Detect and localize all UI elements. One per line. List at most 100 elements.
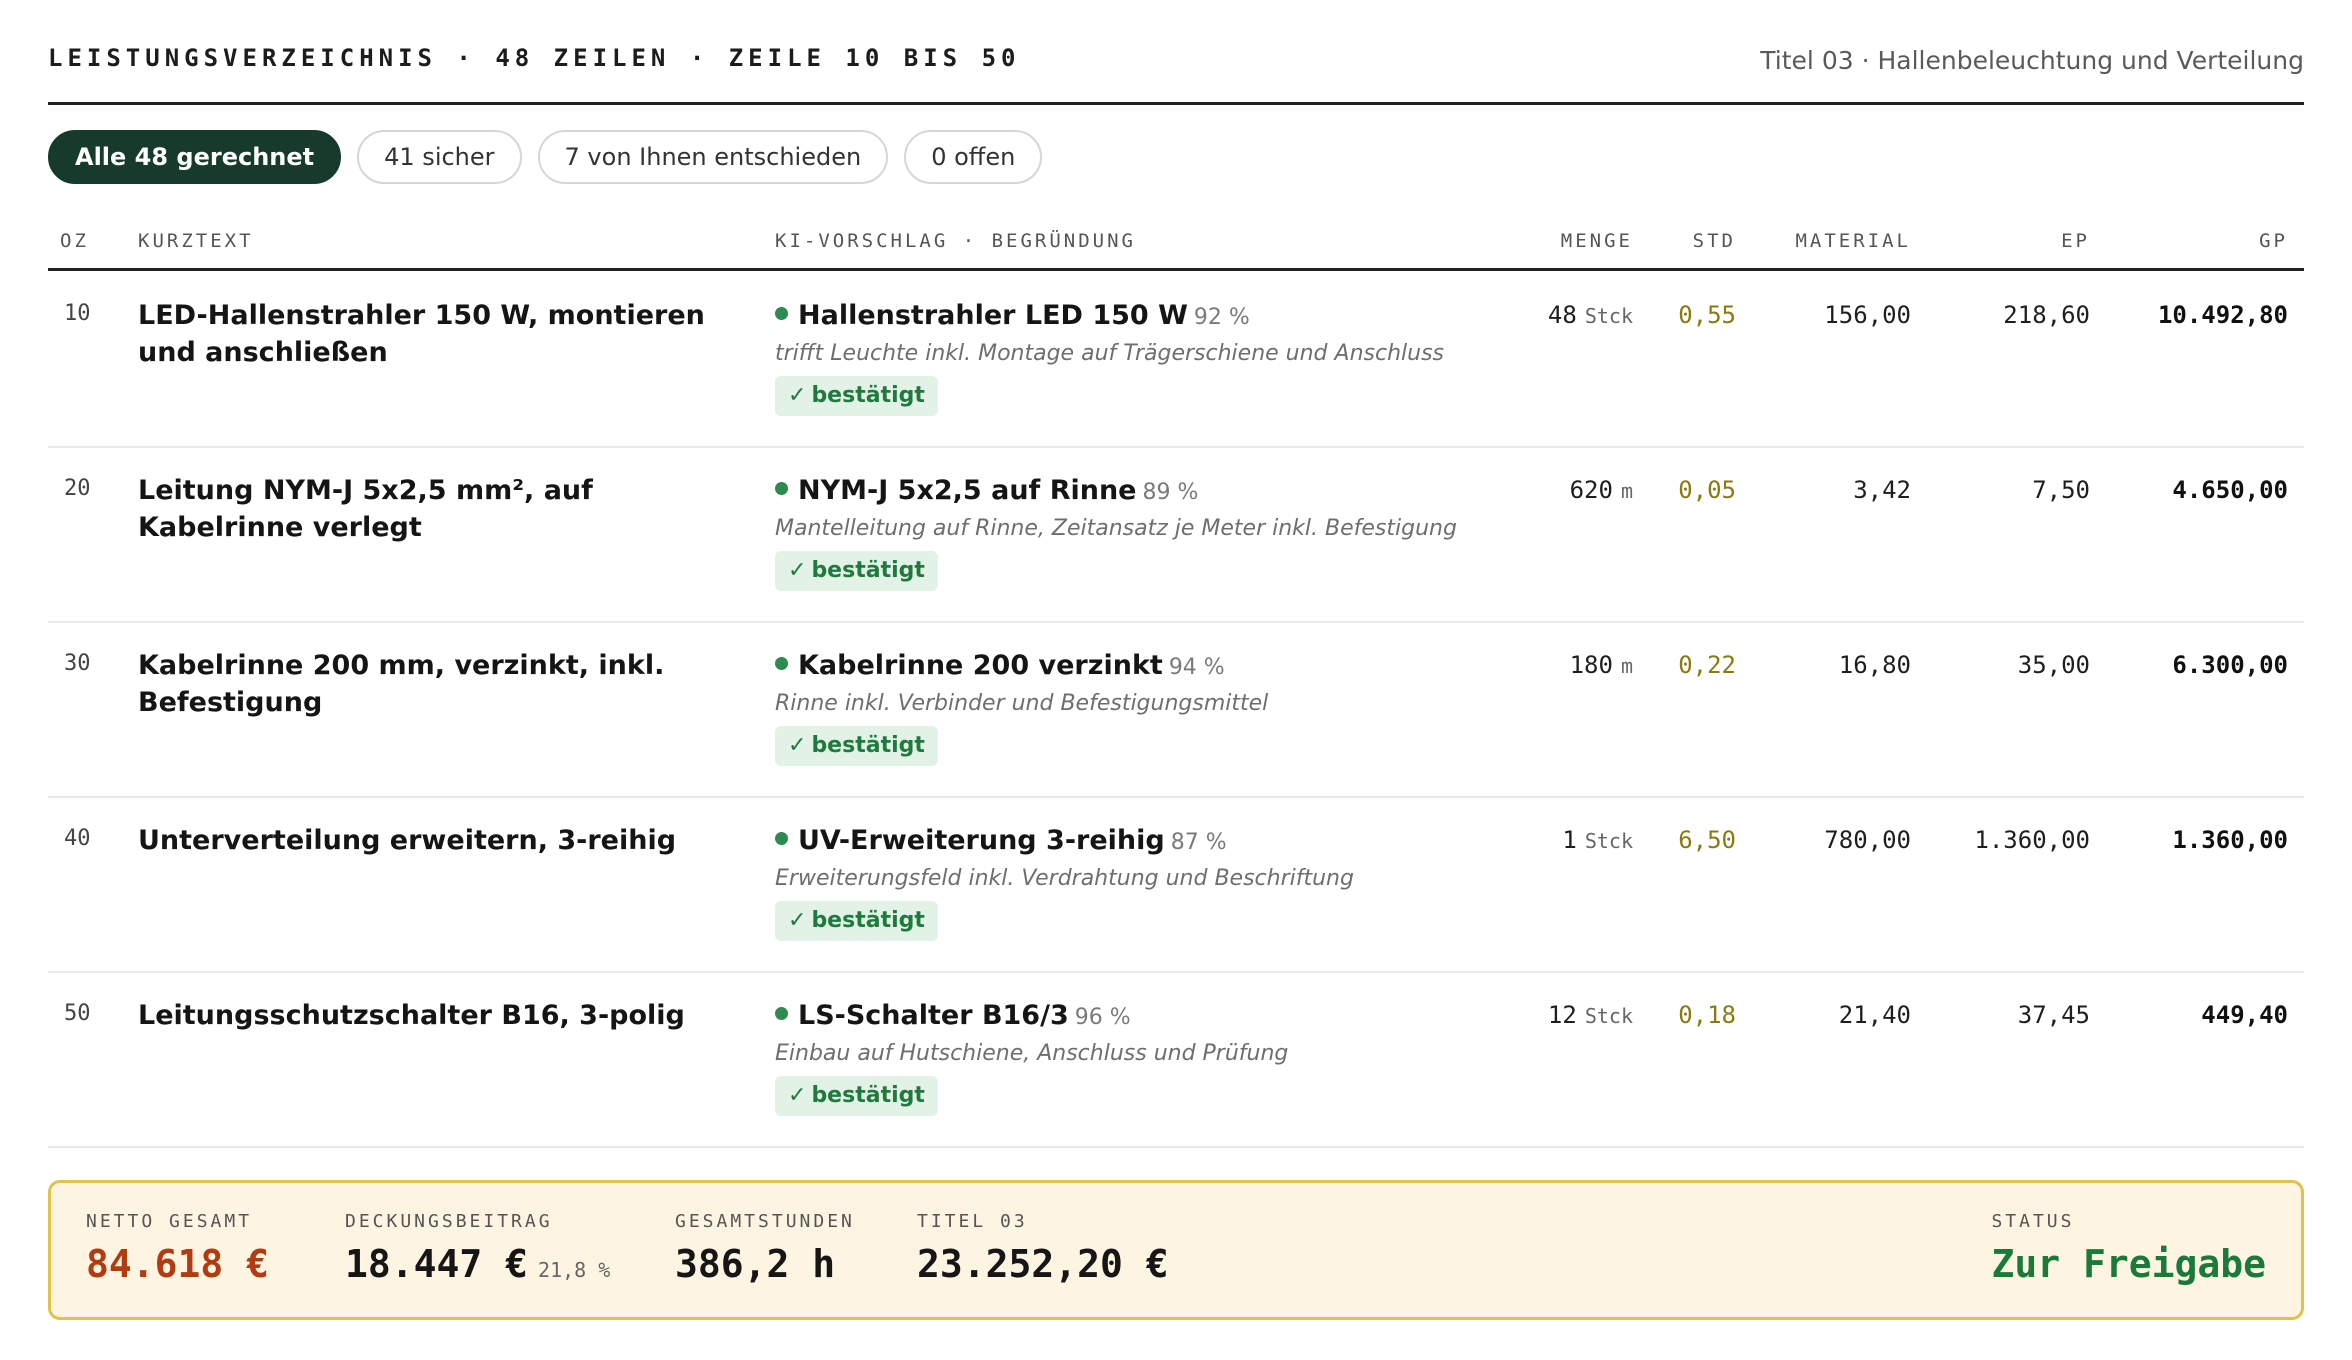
row-std: 0,18 xyxy=(1678,1001,1736,1029)
table-row[interactable]: 30 Kabelrinne 200 mm, verzinkt, inkl. Be… xyxy=(48,621,2304,798)
status-badge[interactable]: ✓ bestätigt xyxy=(775,901,938,941)
col-ki[interactable]: KI-VORSCHLAG · BEGRÜNDUNG xyxy=(775,230,1136,252)
filter-sure[interactable]: 41 sicher xyxy=(357,130,522,184)
col-menge[interactable]: MENGE xyxy=(1561,230,1633,252)
check-icon: ✓ xyxy=(788,733,807,758)
badge-label: bestätigt xyxy=(811,733,925,758)
badge-label: bestätigt xyxy=(811,908,925,933)
status-badge[interactable]: ✓ bestätigt xyxy=(775,551,938,591)
row-material: 156,00 xyxy=(1824,301,1911,329)
menge-value: 12 xyxy=(1547,1001,1577,1029)
row-gp: 449,40 xyxy=(2201,1001,2288,1029)
filter-decided[interactable]: 7 von Ihnen entschieden xyxy=(537,130,889,184)
check-icon: ✓ xyxy=(788,383,807,408)
page-title: LEISTUNGSVERZEICHNIS · 48 ZEILEN · ZEILE… xyxy=(48,44,1021,72)
ki-reason: Erweiterungsfeld inkl. Verdrahtung und B… xyxy=(775,866,1354,891)
row-kurztext: Leitungsschutzschalter B16, 3-polig xyxy=(138,1000,685,1031)
row-material: 3,42 xyxy=(1853,476,1911,504)
ki-suggestion: Hallenstrahler LED 150 W 92 % trifft Leuc… xyxy=(775,297,1475,416)
summary-netto: NETTO GESAMT 84.618 € xyxy=(86,1211,269,1286)
summary-status: STATUS Zur Freigabe xyxy=(1991,1211,2266,1286)
summary-bar: NETTO GESAMT 84.618 € DECKUNGSBEITRAG 18… xyxy=(48,1180,2304,1320)
col-kurztext[interactable]: KURZTEXT xyxy=(138,230,254,252)
table-row[interactable]: 20 Leitung NYM-J 5x2,5 mm², auf Kabelrin… xyxy=(48,446,2304,623)
status-value[interactable]: Zur Freigabe xyxy=(1991,1242,2266,1286)
badge-label: bestätigt xyxy=(811,383,925,408)
ki-title: UV-Erweiterung 3-reihig xyxy=(798,825,1165,856)
row-ep: 218,60 xyxy=(2003,301,2090,329)
row-ep: 7,50 xyxy=(2032,476,2090,504)
confidence-dot-icon xyxy=(775,832,788,845)
menge-unit: m xyxy=(1620,654,1633,678)
row-material: 16,80 xyxy=(1838,651,1911,679)
menge-unit: Stck xyxy=(1584,829,1633,853)
ki-confidence: 87 % xyxy=(1170,830,1227,855)
row-menge: 12 Stck xyxy=(1548,1001,1633,1029)
col-material[interactable]: MATERIAL xyxy=(1795,230,1911,252)
menge-value: 48 xyxy=(1547,301,1577,329)
confidence-dot-icon xyxy=(775,482,788,495)
ki-confidence: 89 % xyxy=(1142,480,1199,505)
row-gp: 4.650,00 xyxy=(2172,476,2288,504)
col-gp[interactable]: GP xyxy=(2259,230,2288,252)
ki-suggestion: UV-Erweiterung 3-reihig 87 % Erweiterungs… xyxy=(775,822,1475,941)
ki-suggestion: Kabelrinne 200 verzinkt 94 % Rinne inkl. … xyxy=(775,647,1475,766)
ki-confidence: 92 % xyxy=(1193,305,1250,330)
row-ep: 35,00 xyxy=(2017,651,2090,679)
ki-reason: Mantelleitung auf Rinne, Zeitansatz je M… xyxy=(775,516,1457,541)
row-std: 0,55 xyxy=(1678,301,1736,329)
row-menge: 1 Stck xyxy=(1562,826,1633,854)
table-row[interactable]: 10 LED-Hallenstrahler 150 W, montieren u… xyxy=(48,271,2304,448)
ki-title: NYM-J 5x2,5 auf Rinne xyxy=(798,475,1137,506)
status-badge[interactable]: ✓ bestätigt xyxy=(775,726,938,766)
row-menge: 180 m xyxy=(1570,651,1633,679)
row-oz: 50 xyxy=(64,1001,91,1026)
filter-open[interactable]: 0 offen xyxy=(904,130,1043,184)
col-std[interactable]: STD xyxy=(1693,230,1736,252)
menge-unit: Stck xyxy=(1584,304,1633,328)
ki-title: Kabelrinne 200 verzinkt xyxy=(798,650,1163,681)
netto-label: NETTO GESAMT xyxy=(86,1211,253,1232)
ki-suggestion: NYM-J 5x2,5 auf Rinne 89 % Mantelleitung … xyxy=(775,472,1475,591)
row-material: 780,00 xyxy=(1824,826,1911,854)
ki-confidence: 96 % xyxy=(1074,1005,1131,1030)
summary-titel: TITEL 03 23.252,20 € xyxy=(917,1211,1169,1286)
table-header: OZ KURZTEXT KI-VORSCHLAG · BEGRÜNDUNG ME… xyxy=(48,222,2304,271)
ki-suggestion: LS-Schalter B16/3 96 % Einbau auf Hutschi… xyxy=(775,997,1475,1116)
deckung-value: 18.447 € 21,8 % xyxy=(345,1242,610,1286)
row-kurztext: LED-Hallenstrahler 150 W, montieren und … xyxy=(138,300,705,368)
row-std: 0,22 xyxy=(1678,651,1736,679)
table-row[interactable]: 50 Leitungsschutzschalter B16, 3-polig L… xyxy=(48,971,2304,1148)
row-material: 21,40 xyxy=(1838,1001,1911,1029)
titel-value: 23.252,20 € xyxy=(917,1242,1169,1286)
row-gp: 10.492,80 xyxy=(2157,301,2288,329)
col-oz[interactable]: OZ xyxy=(60,230,89,252)
header: LEISTUNGSVERZEICHNIS · 48 ZEILEN · ZEILE… xyxy=(48,42,2304,105)
menge-unit: Stck xyxy=(1584,1004,1633,1028)
ki-title: Hallenstrahler LED 150 W xyxy=(798,300,1188,331)
deckung-amount: 18.447 € xyxy=(345,1242,529,1286)
deckung-percent: 21,8 % xyxy=(538,1258,611,1282)
check-icon: ✓ xyxy=(788,908,807,933)
menge-unit: m xyxy=(1620,479,1633,503)
table-row[interactable]: 40 Unterverteilung erweitern, 3-reihig U… xyxy=(48,796,2304,973)
deckung-label: DECKUNGSBEITRAG xyxy=(345,1211,553,1232)
badge-label: bestätigt xyxy=(811,558,925,583)
ki-title: LS-Schalter B16/3 xyxy=(798,1000,1069,1031)
ki-reason: Rinne inkl. Verbinder und Befestigungsmi… xyxy=(775,691,1269,716)
col-ep[interactable]: EP xyxy=(2061,230,2090,252)
titel-label: TITEL 03 xyxy=(917,1211,1028,1232)
row-ep: 37,45 xyxy=(2017,1001,2090,1029)
check-icon: ✓ xyxy=(788,558,807,583)
row-kurztext: Leitung NYM-J 5x2,5 mm², auf Kabelrinne … xyxy=(138,475,593,543)
status-badge[interactable]: ✓ bestätigt xyxy=(775,1076,938,1116)
summary-stunden: GESAMTSTUNDEN 386,2 h xyxy=(675,1211,855,1286)
confidence-dot-icon xyxy=(775,657,788,670)
ki-confidence: 94 % xyxy=(1168,655,1225,680)
ki-reason: Einbau auf Hutschiene, Anschluss und Prü… xyxy=(775,1041,1289,1066)
status-badge[interactable]: ✓ bestätigt xyxy=(775,376,938,416)
filter-all[interactable]: Alle 48 gerechnet xyxy=(48,130,342,184)
confidence-dot-icon xyxy=(775,1007,788,1020)
summary-deckung: DECKUNGSBEITRAG 18.447 € 21,8 % xyxy=(345,1211,610,1286)
ki-reason: trifft Leuchte inkl. Montage auf Trägers… xyxy=(775,341,1444,366)
